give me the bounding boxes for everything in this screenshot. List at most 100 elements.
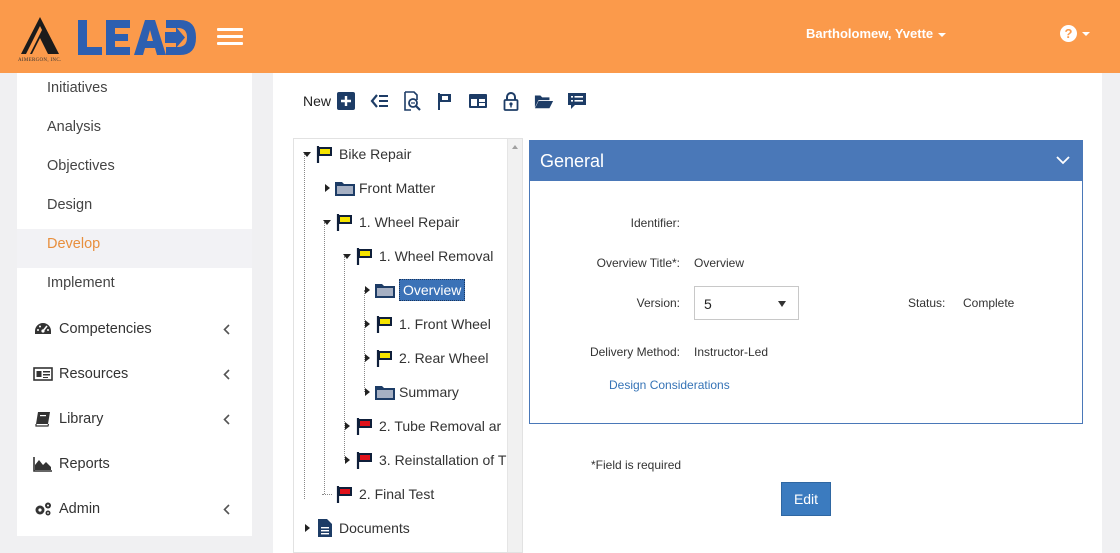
- version-value: 5: [704, 296, 712, 312]
- add-button[interactable]: [335, 90, 357, 112]
- tree-guide-line: [364, 290, 365, 392]
- top-header: AIMERGON, INC. Bartholomew, Yvette ?: [0, 0, 1120, 73]
- red-flag-icon: [354, 450, 376, 470]
- help-menu[interactable]: ?: [1060, 25, 1090, 43]
- sidebar-group-competencies[interactable]: Competencies: [17, 307, 252, 352]
- tree-node-label: Summary: [399, 384, 459, 400]
- tree-node[interactable]: 1. Front Wheel: [360, 312, 491, 336]
- layout-button[interactable]: [467, 90, 489, 112]
- gears-icon: [35, 502, 51, 516]
- flag-button[interactable]: [434, 90, 456, 112]
- add-icon: [337, 92, 356, 110]
- yellow-flag-icon: [334, 212, 356, 232]
- chevron-left-icon: [223, 504, 230, 515]
- expand-toggle-icon[interactable]: [300, 516, 314, 540]
- tree-node-label: Bike Repair: [339, 146, 412, 162]
- tree-guide-line: [304, 154, 305, 499]
- open-folder-button[interactable]: [533, 90, 555, 112]
- sidebar-item-analysis[interactable]: Analysis: [17, 112, 252, 151]
- expand-toggle-icon[interactable]: [360, 346, 374, 370]
- dashboard-icon: [35, 323, 51, 335]
- layout-icon: [469, 94, 488, 108]
- identifier-label: Identifier:: [630, 216, 680, 230]
- expand-toggle-icon[interactable]: [320, 176, 334, 200]
- yellow-flag-icon: [314, 144, 336, 164]
- sidebar-item-implement[interactable]: Implement: [17, 268, 252, 307]
- tree-node-label: Overview: [399, 279, 466, 301]
- tree-node[interactable]: Overview: [360, 278, 466, 302]
- delivery-row: Delivery Method:: [530, 345, 680, 361]
- sidebar-group-reports[interactable]: Reports: [17, 442, 252, 487]
- lead-logo[interactable]: AIMERGON, INC.: [18, 14, 198, 66]
- sidebar-group-admin[interactable]: Admin: [17, 487, 252, 532]
- book-icon: [35, 412, 50, 427]
- sidebar: Initiatives Analysis Objectives Design D…: [17, 73, 252, 536]
- id-card-icon: [33, 367, 53, 381]
- expand-toggle-icon[interactable]: [360, 380, 374, 404]
- sidebar-item-design[interactable]: Design: [17, 190, 252, 229]
- tree-node[interactable]: 2. Tube Removal ar: [340, 414, 501, 438]
- tree-leaf-connector: [320, 482, 334, 506]
- tree-node[interactable]: Bike Repair: [300, 142, 411, 166]
- expand-toggle-icon[interactable]: [360, 312, 374, 336]
- yellow-flag-icon: [374, 314, 396, 334]
- area-chart-icon: [33, 457, 52, 472]
- collapse-toggle-icon[interactable]: [300, 142, 314, 166]
- edit-button[interactable]: Edit: [781, 482, 831, 516]
- folder-icon: [374, 280, 396, 300]
- preview-icon: [404, 91, 421, 111]
- scroll-up-icon[interactable]: [512, 145, 518, 149]
- chevron-left-icon: [223, 369, 230, 380]
- document-icon: [314, 518, 336, 538]
- lock-button[interactable]: [500, 90, 522, 112]
- status-label: Status:: [908, 296, 946, 310]
- user-menu[interactable]: Bartholomew, Yvette: [806, 26, 947, 41]
- expand-toggle-icon[interactable]: [340, 448, 354, 472]
- hamburger-menu-icon[interactable]: [217, 28, 243, 48]
- chevron-down-icon: [1082, 31, 1090, 36]
- expand-toggle-icon[interactable]: [340, 414, 354, 438]
- chevron-down-icon[interactable]: [1056, 155, 1070, 165]
- tree-guide-line: [324, 222, 325, 494]
- yellow-flag-icon: [374, 348, 396, 368]
- tree-node-label: 2. Tube Removal ar: [379, 418, 502, 434]
- sidebar-group-label: Competencies: [59, 321, 152, 337]
- panel-title: General: [540, 151, 605, 171]
- identifier-row: Identifier:: [530, 216, 680, 232]
- expand-toggle-icon[interactable]: [360, 278, 374, 302]
- sidebar-group-label: Library: [59, 411, 104, 427]
- sidebar-item-initiatives[interactable]: Initiatives: [17, 73, 252, 112]
- red-flag-icon: [354, 416, 376, 436]
- main-content: New Bike Repair Front Matter 1. Wheel Repa…: [273, 73, 1102, 553]
- sidebar-group-library[interactable]: Library: [17, 397, 252, 442]
- delivery-value: Instructor-Led: [694, 345, 769, 359]
- tree-node[interactable]: Summary: [360, 380, 459, 404]
- tree-node[interactable]: Documents: [300, 516, 410, 540]
- list-button[interactable]: [566, 90, 588, 112]
- collapse-toggle-icon[interactable]: [320, 210, 334, 234]
- tree-node-label: 3. Reinstallation of T: [379, 452, 507, 468]
- tree-node[interactable]: 1. Wheel Repair: [320, 210, 459, 234]
- panel-header[interactable]: General: [530, 141, 1082, 181]
- content-tree[interactable]: Bike Repair Front Matter 1. Wheel Repair 1.…: [293, 138, 523, 553]
- tree-node[interactable]: 1. Wheel Removal: [340, 244, 493, 268]
- tree-scrollbar[interactable]: [507, 139, 522, 552]
- tree-node[interactable]: Front Matter: [320, 176, 435, 200]
- collapse-toggle-icon[interactable]: [340, 244, 354, 268]
- reorder-icon: [370, 94, 389, 108]
- lock-icon: [503, 92, 519, 111]
- tree-node[interactable]: 2. Rear Wheel: [360, 346, 488, 370]
- design-considerations-link[interactable]: Design Considerations: [609, 378, 730, 392]
- preview-button[interactable]: [401, 90, 423, 112]
- folder-icon: [374, 382, 396, 402]
- general-panel: General Identifier: Overview Title*: Ove…: [529, 140, 1083, 424]
- reorder-button[interactable]: [368, 90, 390, 112]
- new-label: New: [303, 93, 332, 109]
- tree-node-label: Documents: [339, 520, 410, 536]
- version-select[interactable]: 5: [694, 286, 799, 320]
- sidebar-item-objectives[interactable]: Objectives: [17, 151, 252, 190]
- tree-node[interactable]: 2. Final Test: [320, 482, 434, 506]
- sidebar-item-develop[interactable]: Develop: [17, 229, 252, 268]
- tree-node[interactable]: 3. Reinstallation of T: [340, 448, 506, 472]
- sidebar-group-resources[interactable]: Resources: [17, 352, 252, 397]
